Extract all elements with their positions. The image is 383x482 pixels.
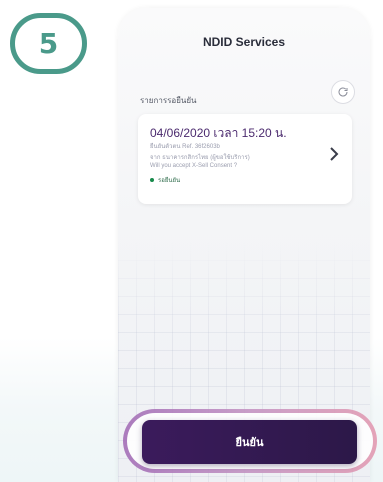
status-badge: รอยืนยัน — [150, 175, 180, 185]
status-text: รอยืนยัน — [158, 178, 181, 184]
confirm-button[interactable]: ยืนยัน — [142, 420, 357, 464]
refresh-button[interactable] — [331, 80, 355, 104]
section-label: รายการรอยืนยัน — [140, 96, 197, 105]
request-ref: ยืนยันตัวตน Ref. 36f2603b — [150, 144, 220, 150]
confirm-label: ยืนยัน — [235, 437, 264, 449]
status-dot-icon — [150, 178, 154, 182]
step-number: 5 — [38, 27, 59, 60]
chevron-right-icon — [330, 147, 339, 161]
request-question: Will you accept X-Sell Consent ? — [150, 163, 238, 169]
page-title: NDID Services — [202, 35, 286, 49]
step-badge: 5 — [10, 13, 87, 74]
refresh-icon — [338, 87, 348, 97]
request-source: จาก ธนาคารกสิกรไทย (ผู้ขอใช้บริการ) — [150, 155, 250, 161]
pending-request-card[interactable]: 04/06/2020 เวลา 15:20 น. ยืนยันตัวตน Ref… — [138, 114, 352, 204]
